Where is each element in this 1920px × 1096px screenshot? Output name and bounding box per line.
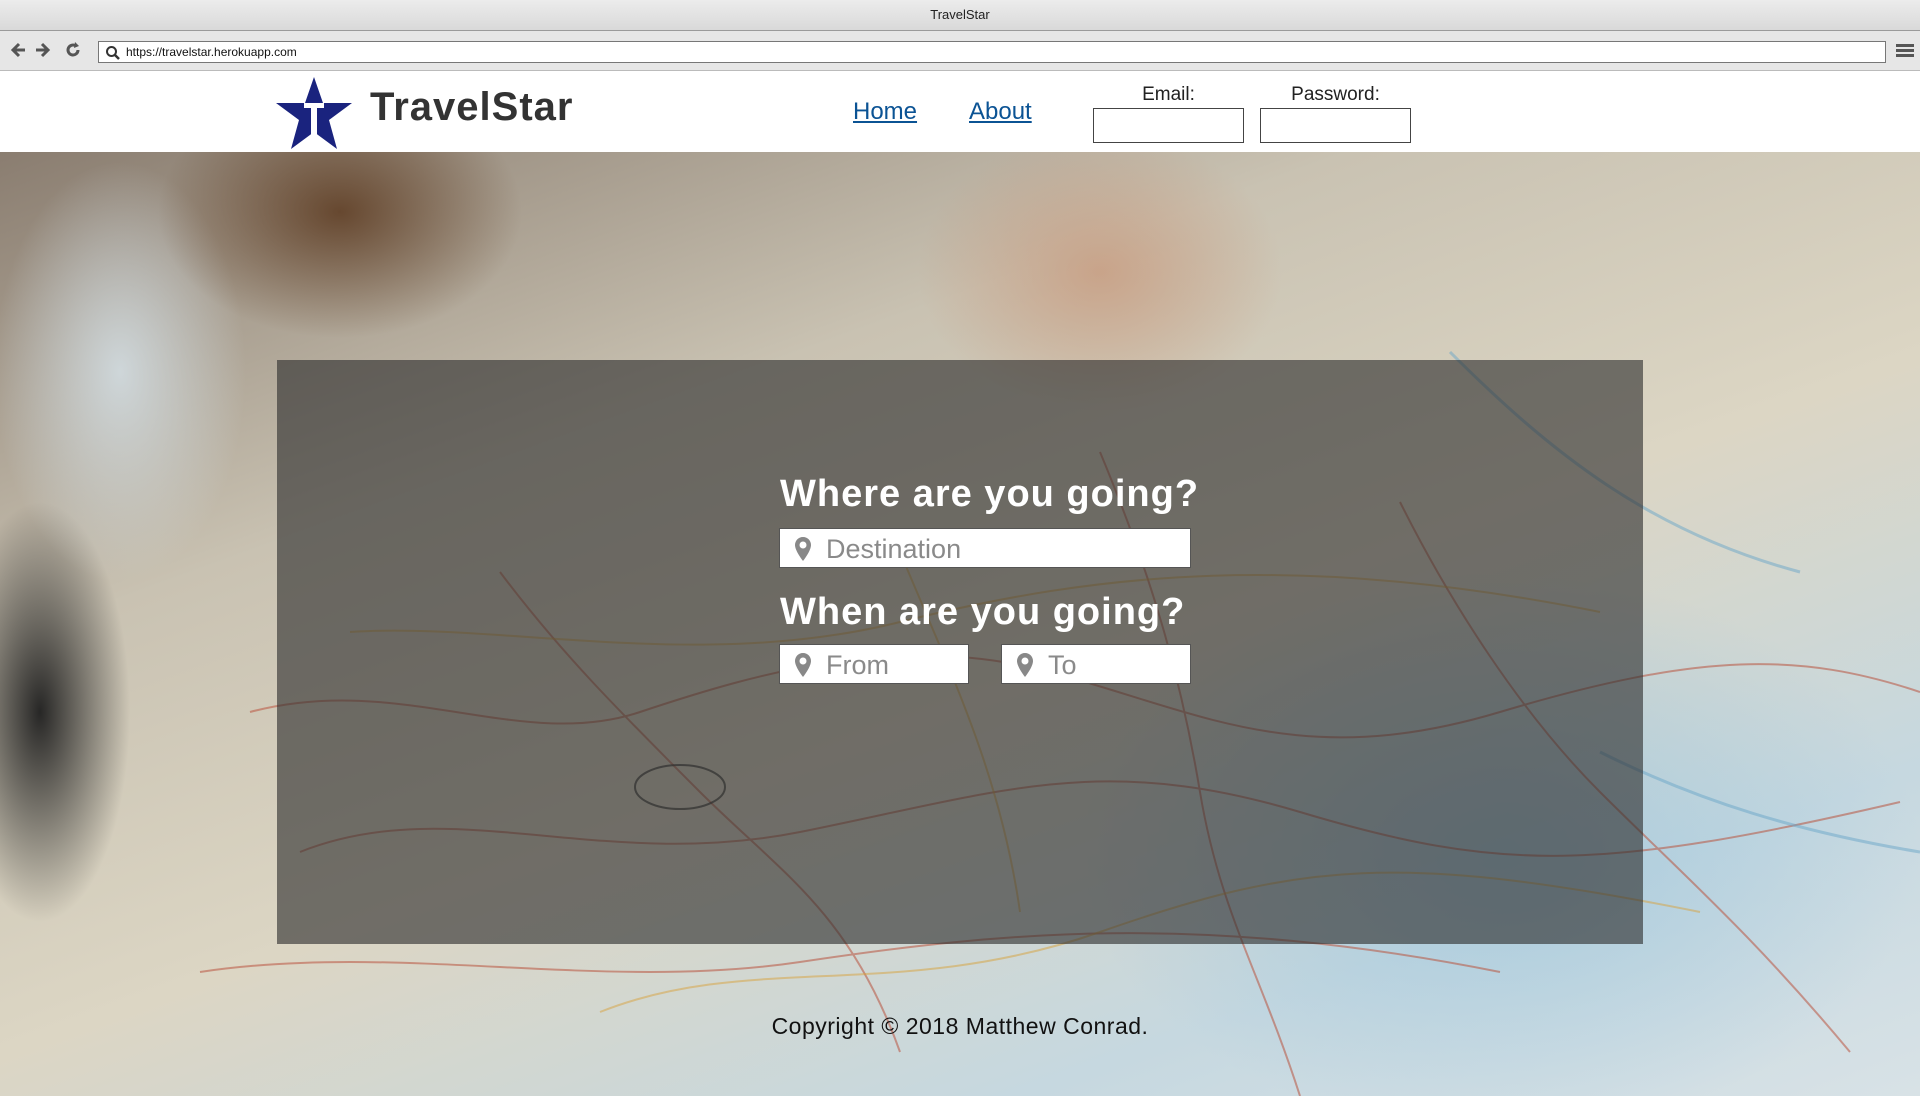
back-arrow-icon[interactable] — [8, 40, 28, 60]
to-placeholder: To — [1048, 650, 1077, 680]
browser-title-bar: TravelStar — [0, 0, 1920, 31]
email-label: Email: — [1142, 84, 1195, 105]
from-date-input[interactable]: From — [779, 644, 969, 684]
search-panel: Where are you going? Destination When ar… — [277, 360, 1643, 944]
to-date-input[interactable]: To — [1001, 644, 1191, 684]
star-logo-icon — [276, 77, 352, 149]
brand-name: TravelStar — [370, 85, 574, 129]
map-pin-icon — [1017, 653, 1033, 677]
hamburger-menu-icon[interactable] — [1896, 42, 1914, 60]
hero-background: Where are you going? Destination When ar… — [0, 152, 1920, 1096]
address-bar[interactable]: https://travelstar.herokuapp.com — [98, 41, 1886, 63]
search-icon — [106, 46, 120, 60]
map-pin-icon — [795, 537, 811, 561]
url-text: https://travelstar.herokuapp.com — [126, 45, 297, 59]
when-heading: When are you going? — [780, 591, 1186, 633]
destination-input[interactable]: Destination — [779, 528, 1191, 568]
browser-toolbar: https://travelstar.herokuapp.com — [0, 31, 1920, 71]
map-pin-icon — [795, 653, 811, 677]
nav-home-link[interactable]: Home — [853, 98, 917, 126]
email-field[interactable] — [1093, 108, 1244, 143]
window-title: TravelStar — [930, 7, 990, 22]
copyright-text: Copyright © 2018 Matthew Conrad. — [771, 1013, 1149, 1039]
password-label: Password: — [1291, 84, 1380, 105]
password-field[interactable] — [1260, 108, 1411, 143]
reload-icon[interactable] — [63, 40, 83, 60]
destination-placeholder: Destination — [826, 534, 962, 564]
where-heading: Where are you going? — [780, 473, 1200, 515]
forward-arrow-icon[interactable] — [33, 40, 53, 60]
site-header: TravelStar Home About Email: Password: — [0, 71, 1920, 152]
nav-about-link[interactable]: About — [969, 98, 1032, 126]
from-placeholder: From — [826, 650, 889, 680]
